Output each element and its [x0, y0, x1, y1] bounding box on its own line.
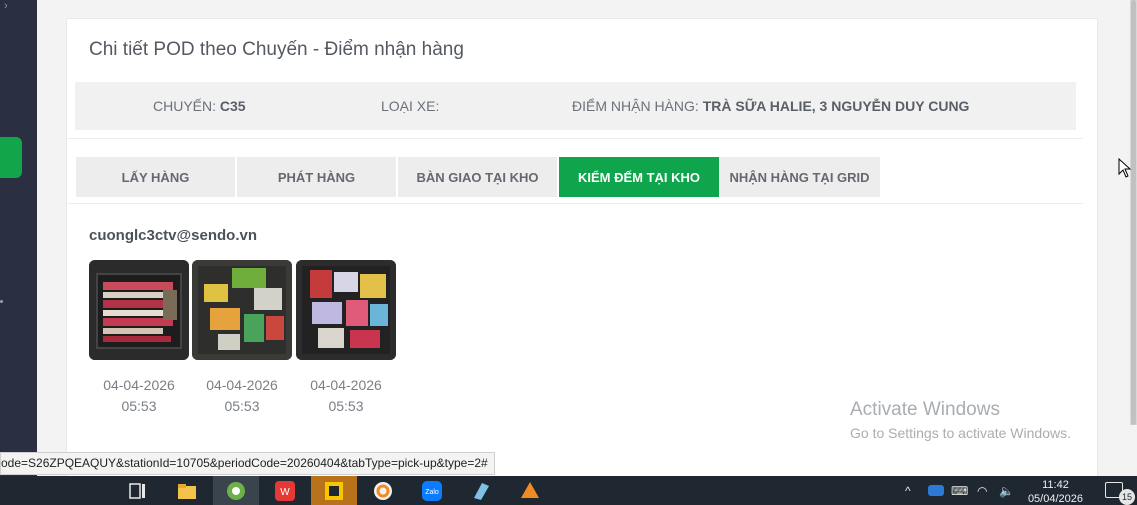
- show-hidden-icons-chevron-icon[interactable]: ^: [905, 484, 911, 498]
- photo-timestamp: 04-04-2026 05:53: [296, 375, 396, 417]
- pod-photo-1[interactable]: [89, 260, 189, 360]
- photo-date: 04-04-2026: [103, 377, 175, 393]
- photo-time: 05:53: [328, 398, 364, 414]
- pickup-point-info: ĐIỂM NHẬN HÀNG: TRÀ SỮA HALIE, 3 NGUYỄN …: [572, 98, 969, 114]
- file-explorer-icon[interactable]: [176, 480, 198, 502]
- pickup-value: TRÀ SỮA HALIE, 3 NGUYỄN DUY CUNG: [702, 98, 970, 114]
- svg-text:W: W: [280, 487, 290, 498]
- trip-info-bar: CHUYẾN: C35 LOẠI XE: ĐIỂM NHẬN HÀNG: TRÀ…: [75, 82, 1076, 130]
- scrollbar-thumb[interactable]: [1131, 0, 1136, 425]
- photo-thumbnail: [296, 260, 396, 360]
- volume-icon[interactable]: 🔈: [999, 484, 1014, 498]
- photo-timestamp: 04-04-2026 05:53: [89, 375, 189, 417]
- photo-thumbnail: [89, 260, 189, 360]
- trip-value: C35: [219, 98, 246, 114]
- divider: [67, 138, 1083, 139]
- sidebar: ›: [0, 0, 37, 476]
- page-title: Chi tiết POD theo Chuyến - Điểm nhận hàn…: [89, 39, 464, 60]
- sidebar-dot: [0, 300, 3, 303]
- browser-icon[interactable]: [225, 480, 247, 502]
- mouse-cursor-icon: [1118, 158, 1132, 178]
- task-view-icon[interactable]: [127, 480, 149, 502]
- chevron-right-icon[interactable]: ›: [4, 0, 8, 12]
- watermark-title: Activate Windows: [850, 399, 1000, 420]
- pickup-label: ĐIỂM NHẬN HÀNG:: [572, 98, 699, 114]
- photo-time: 05:53: [121, 398, 157, 414]
- pod-photo-2[interactable]: [192, 260, 292, 360]
- divider: [67, 203, 1083, 204]
- sidebar-active-item[interactable]: [0, 137, 22, 178]
- app-icon[interactable]: [470, 480, 492, 502]
- vehicle-label: LOẠI XE:: [381, 98, 440, 114]
- zalo-icon[interactable]: Zalo: [421, 480, 443, 502]
- photo-time: 05:53: [224, 398, 260, 414]
- vehicle-info: LOẠI XE:: [381, 98, 439, 114]
- wps-office-icon[interactable]: W: [274, 480, 296, 502]
- clock-time: 11:42: [1042, 479, 1069, 491]
- tab-phat-hang[interactable]: PHÁT HÀNG: [237, 157, 396, 197]
- tab-lay-hang[interactable]: LẤY HÀNG: [76, 157, 235, 197]
- windows-taskbar: W Zalo ^ ⌨ ◠ 🔈 11:42 05/04/2026 15: [0, 476, 1137, 505]
- photo-thumbnail: [192, 260, 292, 360]
- taskbar-clock[interactable]: 11:42 05/04/2026: [1028, 478, 1083, 505]
- svg-text:Zalo: Zalo: [425, 489, 439, 496]
- clock-date: 05/04/2026: [1027, 493, 1083, 505]
- browser-status-url: ode=S26ZPQEAQUY&stationId=10705&periodCo…: [0, 452, 495, 475]
- tab-ban-giao-tai-kho[interactable]: BÀN GIAO TẠI KHO: [398, 157, 557, 197]
- ultraviewer-icon[interactable]: [372, 480, 394, 502]
- page-scrollbar[interactable]: [1130, 0, 1137, 425]
- wifi-icon[interactable]: ◠: [977, 484, 987, 498]
- trip-label: CHUYẾN:: [153, 98, 217, 114]
- activate-windows-watermark: Activate Windows Go to Settings to activ…: [850, 399, 1071, 441]
- photo-date: 04-04-2026: [310, 377, 382, 393]
- photo-date: 04-04-2026: [206, 377, 278, 393]
- app-icon[interactable]: [519, 480, 541, 502]
- uploader-email: cuonglc3ctv@sendo.vn: [89, 227, 257, 244]
- trip-info: CHUYẾN: C35: [153, 98, 246, 114]
- watermark-subtitle: Go to Settings to activate Windows.: [850, 425, 1071, 441]
- tab-nhan-hang-tai-grid[interactable]: NHẬN HÀNG TẠI GRID: [719, 157, 880, 197]
- sticky-notes-icon[interactable]: [323, 480, 345, 502]
- notification-count-badge: 15: [1119, 489, 1135, 505]
- photo-timestamp: 04-04-2026 05:53: [192, 375, 292, 417]
- tab-kiem-dem-tai-kho[interactable]: KIỂM ĐẾM TẠI KHO: [559, 157, 719, 197]
- input-method-icon[interactable]: ⌨: [951, 484, 968, 498]
- pod-photo-3[interactable]: [296, 260, 396, 360]
- onedrive-icon[interactable]: [927, 482, 945, 498]
